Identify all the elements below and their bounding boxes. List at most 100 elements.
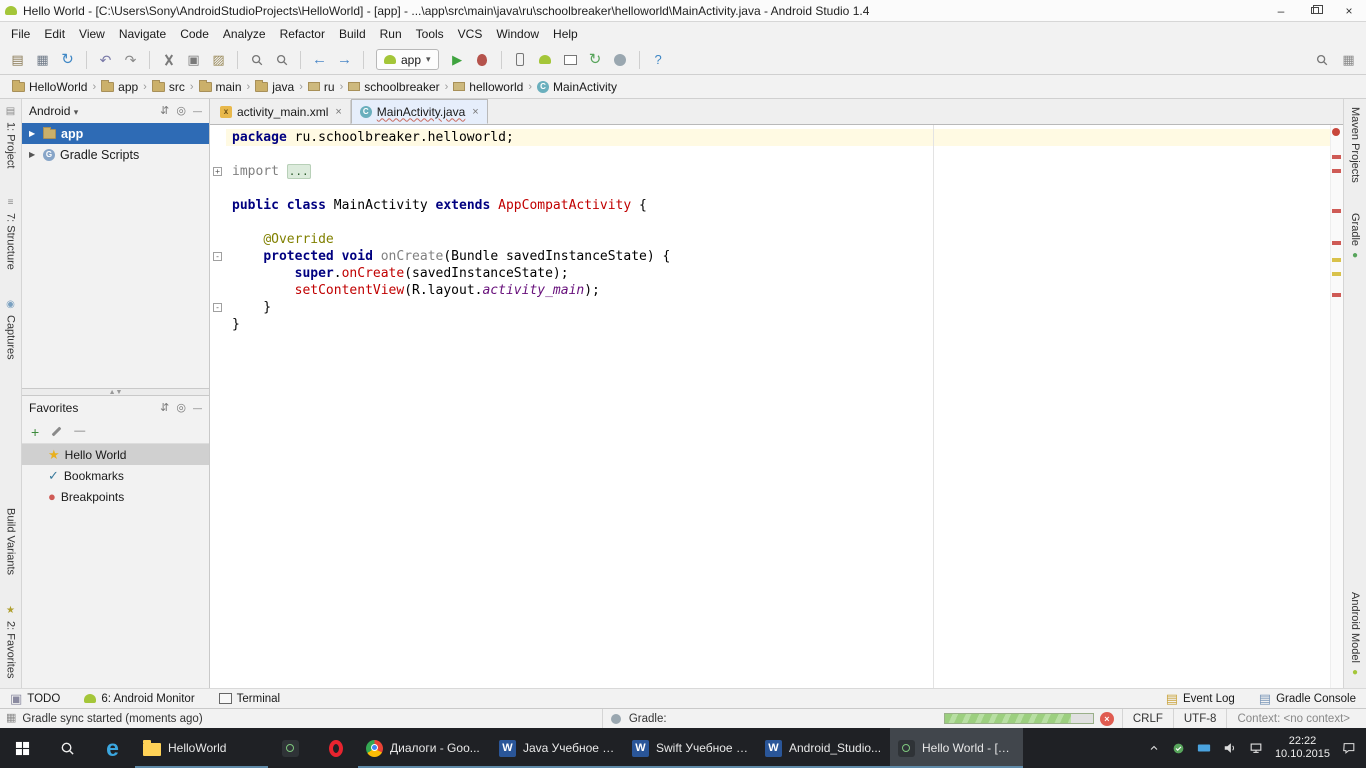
menu-run[interactable]: Run (373, 24, 409, 44)
save-all-button[interactable]: ▦ (31, 49, 54, 71)
copy-button[interactable]: ▣ (182, 49, 205, 71)
add-button[interactable]: + (31, 425, 39, 439)
fold-marker[interactable]: + (213, 167, 222, 176)
tray-input[interactable] (1197, 741, 1211, 755)
favorites-item-breakpoints[interactable]: ● Breakpoints (22, 486, 209, 507)
close-icon[interactable]: × (472, 106, 478, 118)
hide-favorites-button[interactable]: — (193, 403, 202, 413)
breadcrumb-item-schoolbreaker[interactable]: schoolbreaker (344, 78, 443, 96)
menu-window[interactable]: Window (489, 24, 546, 44)
error-stripe[interactable] (1330, 125, 1343, 688)
menu-analyze[interactable]: Analyze (216, 24, 273, 44)
restore-button[interactable] (1298, 0, 1332, 21)
project-tree-item-gradle-scripts[interactable]: ▶ G Gradle Scripts (22, 144, 209, 165)
menu-edit[interactable]: Edit (37, 24, 72, 44)
breadcrumb-item-helloworld[interactable]: helloworld (449, 78, 527, 96)
toolwindow-button-7-structure[interactable]: ≡ 7: Structure (5, 198, 17, 270)
fold-marker[interactable]: - (213, 252, 222, 261)
menu-help[interactable]: Help (546, 24, 585, 44)
menu-view[interactable]: View (72, 24, 112, 44)
undo-button[interactable]: ↶ (94, 49, 117, 71)
toolwindow-switcher-icon[interactable]: ▦ (6, 713, 16, 724)
search-everywhere-button[interactable] (1310, 49, 1333, 71)
toolwindow-button-maven-projects[interactable]: Maven Projects (1349, 107, 1361, 183)
toolwindow-button-build-variants[interactable]: Build Variants (5, 508, 17, 575)
breadcrumb-item-java[interactable]: java (251, 78, 298, 96)
breadcrumb-item-ru[interactable]: ru (304, 78, 339, 96)
stop-process-button[interactable]: × (1099, 711, 1114, 726)
line-ending-indicator[interactable]: CRLF (1121, 709, 1173, 728)
code-area[interactable]: package ru.schoolbreaker.helloworld; impo… (226, 125, 1343, 688)
find-button[interactable] (245, 49, 268, 71)
back-button[interactable]: ← (308, 49, 331, 71)
toolwindow-button-gradle[interactable]: Gradle ● (1349, 213, 1361, 261)
settings-button[interactable]: ◎ (176, 105, 186, 117)
project-structure-button[interactable]: ▦ (1337, 49, 1360, 71)
edit-button[interactable] (51, 426, 62, 437)
taskbar-item-helloworld[interactable]: HelloWorld (135, 728, 268, 768)
tray-shield[interactable] (1172, 742, 1185, 755)
tray-chevron-up[interactable] (1148, 742, 1160, 754)
toolwindow-button-event-log[interactable]: ▤ Event Log (1166, 692, 1235, 705)
menu-file[interactable]: File (4, 24, 37, 44)
menu-refactor[interactable]: Refactor (273, 24, 332, 44)
close-icon[interactable]: × (335, 106, 341, 118)
panel-splitter[interactable]: ▲▼ (22, 388, 209, 396)
taskbar-clock[interactable]: 22:22 10.10.2015 (1275, 735, 1330, 761)
gradle-sync-button[interactable]: ↻ (584, 49, 607, 71)
redo-button[interactable]: ↷ (119, 49, 142, 71)
menu-navigate[interactable]: Navigate (112, 24, 173, 44)
toolwindow-button-6-android-monitor[interactable]: 6: Android Monitor (84, 692, 195, 705)
taskbar-item-hello-world-c[interactable]: Hello World - [C... (890, 728, 1023, 768)
editor[interactable]: + - - package ru.schoolbreaker.helloworld;… (210, 125, 1343, 688)
help-button[interactable]: ? (647, 49, 670, 71)
forward-button[interactable]: → (333, 49, 356, 71)
toolwindow-button-1-project[interactable]: ▤ 1: Project (5, 107, 17, 169)
avd-manager-button[interactable] (509, 49, 532, 71)
status-message[interactable]: Gradle sync started (moments ago) (22, 713, 202, 725)
minimize-button[interactable]: – (1264, 0, 1298, 21)
toolwindow-button-android-model[interactable]: Android Model ● (1349, 592, 1361, 678)
breadcrumb-item-src[interactable]: src (148, 78, 189, 96)
favorites-item-hello-world[interactable]: ★ Hello World (22, 444, 209, 465)
taskbar-item-swift-учебное-п[interactable]: W Swift Учебное п... (624, 728, 757, 768)
editor-tab-activity-main-xml[interactable]: x activity_main.xml × (212, 100, 351, 124)
menu-code[interactable]: Code (173, 24, 216, 44)
menu-build[interactable]: Build (332, 24, 373, 44)
dock-favorites-button[interactable]: ⇵ (160, 402, 169, 414)
taskbar-item-java-учебное-п[interactable]: W Java Учебное п... (491, 728, 624, 768)
open-file-button[interactable]: ▤ (6, 49, 29, 71)
editor-tab-mainactivity-java[interactable]: C MainActivity.java × (350, 99, 488, 124)
debug-button[interactable] (471, 49, 494, 71)
paste-button[interactable]: ▨ (207, 49, 230, 71)
encoding-indicator[interactable]: UTF-8 (1172, 709, 1227, 728)
taskbar-item-диалоги-goo[interactable]: Диалоги - Goo... (358, 728, 491, 768)
project-view-selector[interactable]: Android ▾ (29, 104, 78, 118)
menu-tools[interactable]: Tools (409, 24, 451, 44)
tray-network[interactable] (1249, 741, 1263, 755)
sdk-manager-button[interactable] (534, 49, 557, 71)
breadcrumb-item-main[interactable]: main (195, 78, 246, 96)
hide-button[interactable]: — (193, 106, 202, 116)
settings-favorites-button[interactable]: ◎ (176, 402, 186, 414)
attach-debugger-button[interactable] (609, 49, 632, 71)
close-button[interactable]: × (1332, 0, 1366, 21)
run-button[interactable]: ▶ (446, 49, 469, 71)
toolwindow-button-captures[interactable]: ◉ Captures (5, 300, 17, 360)
breadcrumb-item-mainactivity[interactable]: C MainActivity (533, 78, 621, 96)
context-indicator[interactable]: Context: <no context> (1226, 709, 1360, 728)
run-configuration-select[interactable]: app ▾ (376, 49, 439, 70)
sync-button[interactable]: ↻ (56, 49, 79, 71)
toolwindow-button-todo[interactable]: ▣ TODO (10, 692, 60, 705)
favorites-item-bookmarks[interactable]: ✓ Bookmarks (22, 465, 209, 486)
device-monitor-button[interactable] (559, 49, 582, 71)
replace-button[interactable] (270, 49, 293, 71)
taskbar-item-android-studio-pinned[interactable] (268, 728, 313, 768)
taskbar-item-start[interactable] (0, 728, 45, 768)
project-tree-item-app[interactable]: ▶ app (22, 123, 209, 144)
taskbar-item-opera[interactable] (313, 728, 358, 768)
taskbar-item-edge[interactable]: e (90, 728, 135, 768)
remove-button[interactable]: — (74, 426, 85, 437)
toolwindow-button-terminal[interactable]: Terminal (218, 692, 280, 705)
fold-marker[interactable]: - (213, 303, 222, 312)
